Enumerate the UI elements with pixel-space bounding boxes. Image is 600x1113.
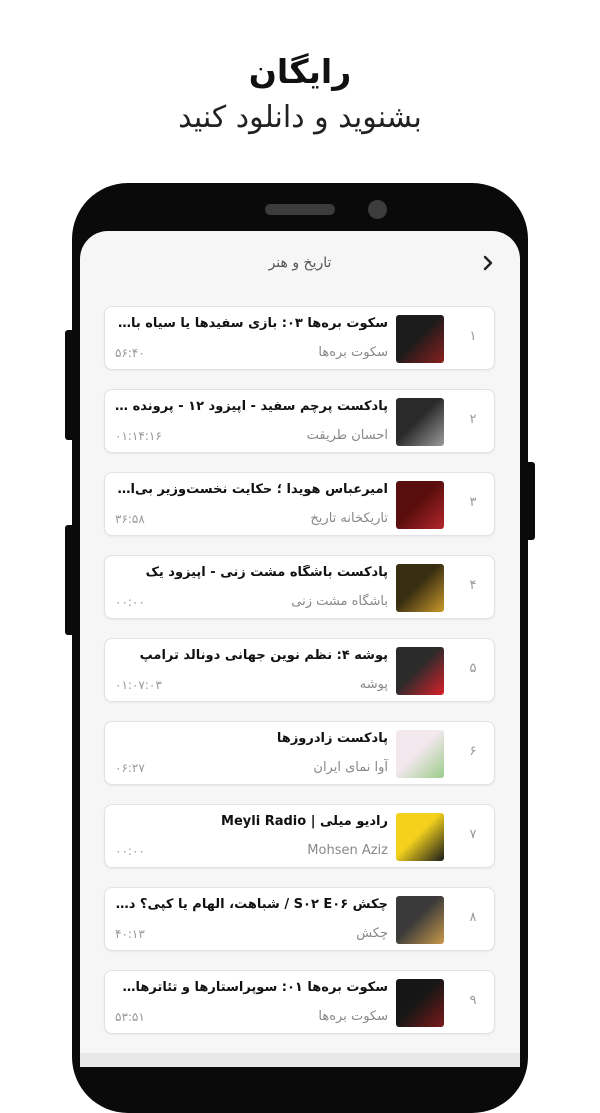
episode-card[interactable]: ۵ پوشه ۴: نظم نوین جهانی دونالد ترامپ پوشه… — [104, 638, 495, 702]
top-bar: تاریخ و هنر — [80, 231, 520, 297]
phone-side-button — [65, 330, 73, 440]
episode-number: ۲ — [469, 412, 477, 427]
app-screen: تاریخ و هنر ۱ سکوت بره‌ها ۰۳: بازی سفیدها… — [80, 231, 520, 1067]
episode-title: پادکست پرچم سفید - اپیزود ۱۲ - پرونده جن… — [113, 399, 388, 414]
episode-title: پادکست زادروزها — [276, 731, 388, 746]
promo-subtitle: بشنوید و دانلود کنید — [178, 100, 422, 135]
episode-duration: ۵۶:۴۰ — [115, 346, 145, 360]
episode-title: پادکست باشگاه مشت زنی - اپیزود یک — [145, 565, 388, 580]
episode-card[interactable]: ۸ چکش S۰۲ E۰۶ / شباهت، الهام یا کپی؟ داس.… — [104, 887, 495, 951]
back-button[interactable] — [476, 251, 500, 275]
episode-duration: ۴۰:۱۳ — [115, 927, 145, 941]
episode-card[interactable]: ۲ پادکست پرچم سفید - اپیزود ۱۲ - پرونده ج… — [104, 389, 495, 453]
episode-thumbnail — [396, 315, 444, 363]
promo-title: رایگان — [248, 52, 352, 91]
phone-power-button — [527, 462, 535, 540]
episode-author: سکوت بره‌ها — [318, 345, 388, 360]
episode-card[interactable]: ۳ امیرعباس هویدا ؛ حکایت نخست‌وزیر بی‌اخت… — [104, 472, 495, 536]
episode-thumbnail — [396, 647, 444, 695]
page-title: تاریخ و هنر — [268, 255, 332, 271]
episode-thumbnail — [396, 481, 444, 529]
episode-card[interactable]: ۱ سکوت بره‌ها ۰۳: بازی سفیدها یا سیاه باز… — [104, 306, 495, 370]
episode-number: ۹ — [469, 993, 477, 1008]
episode-number: ۷ — [469, 827, 477, 842]
episode-thumbnail — [396, 398, 444, 446]
episode-duration: ۰۶:۲۷ — [115, 761, 145, 775]
episode-card[interactable]: ۹ سکوت بره‌ها ۰۱: سوپراستارها و تئاترهای … — [104, 970, 495, 1034]
episode-author: باشگاه مشت زنی — [291, 594, 388, 609]
chevron-right-icon — [483, 255, 493, 271]
episode-thumbnail — [396, 813, 444, 861]
episode-duration: ۳۶:۵۸ — [115, 512, 145, 526]
episode-number: ۴ — [469, 578, 477, 593]
episode-duration: ۰۰:۰۰ — [115, 595, 145, 609]
episode-number: ۸ — [469, 910, 477, 925]
episode-duration: ۰۱:۰۷:۰۳ — [115, 678, 162, 692]
bottom-strip — [80, 1053, 520, 1067]
phone-speaker — [265, 204, 335, 215]
episode-title: سکوت بره‌ها ۰۳: بازی سفیدها یا سیاه بازی — [113, 316, 388, 331]
episode-card[interactable]: ۶ پادکست زادروزها آوا نمای ایران ۰۶:۲۷ — [104, 721, 495, 785]
episode-author: آوا نمای ایران — [313, 760, 388, 775]
episode-number: ۱ — [469, 329, 477, 344]
episode-title: چکش S۰۲ E۰۶ / شباهت، الهام یا کپی؟ داس..… — [113, 897, 388, 912]
episode-title: پوشه ۴: نظم نوین جهانی دونالد ترامپ — [139, 648, 388, 663]
episode-card[interactable]: ۷ رادیو میلی | Meyli Radio Mohsen Aziz ۰۰:۰… — [104, 804, 495, 868]
episode-number: ۵ — [469, 661, 477, 676]
episode-card[interactable]: ۴ پادکست باشگاه مشت زنی - اپیزود یک باشگاه… — [104, 555, 495, 619]
episode-title: سکوت بره‌ها ۰۱: سوپراستارها و تئاترهای ل… — [113, 980, 388, 995]
episode-duration: ۰۱:۱۴:۱۶ — [115, 429, 162, 443]
episode-thumbnail — [396, 730, 444, 778]
episode-thumbnail — [396, 896, 444, 944]
episode-number: ۳ — [469, 495, 477, 510]
episode-number: ۶ — [469, 744, 477, 759]
episode-thumbnail — [396, 564, 444, 612]
episode-author: احسان طریقت — [306, 428, 388, 443]
episode-author: تاریکخانه تاریخ — [310, 511, 388, 526]
episode-list: ۱ سکوت بره‌ها ۰۳: بازی سفیدها یا سیاه باز… — [104, 306, 495, 1053]
episode-title: امیرعباس هویدا ؛ حکایت نخست‌وزیر بی‌اختی… — [113, 482, 388, 497]
episode-author: سکوت بره‌ها — [318, 1009, 388, 1024]
episode-author: Mohsen Aziz — [307, 843, 388, 858]
episode-title: رادیو میلی | Meyli Radio — [221, 814, 388, 829]
episode-author: پوشه — [359, 677, 388, 692]
episode-duration: ۵۳:۵۱ — [115, 1010, 145, 1024]
episode-duration: ۰۰:۰۰ — [115, 844, 145, 858]
episode-thumbnail — [396, 979, 444, 1027]
phone-camera — [368, 200, 387, 219]
episode-author: چکش — [356, 926, 388, 941]
phone-side-button — [65, 525, 73, 635]
